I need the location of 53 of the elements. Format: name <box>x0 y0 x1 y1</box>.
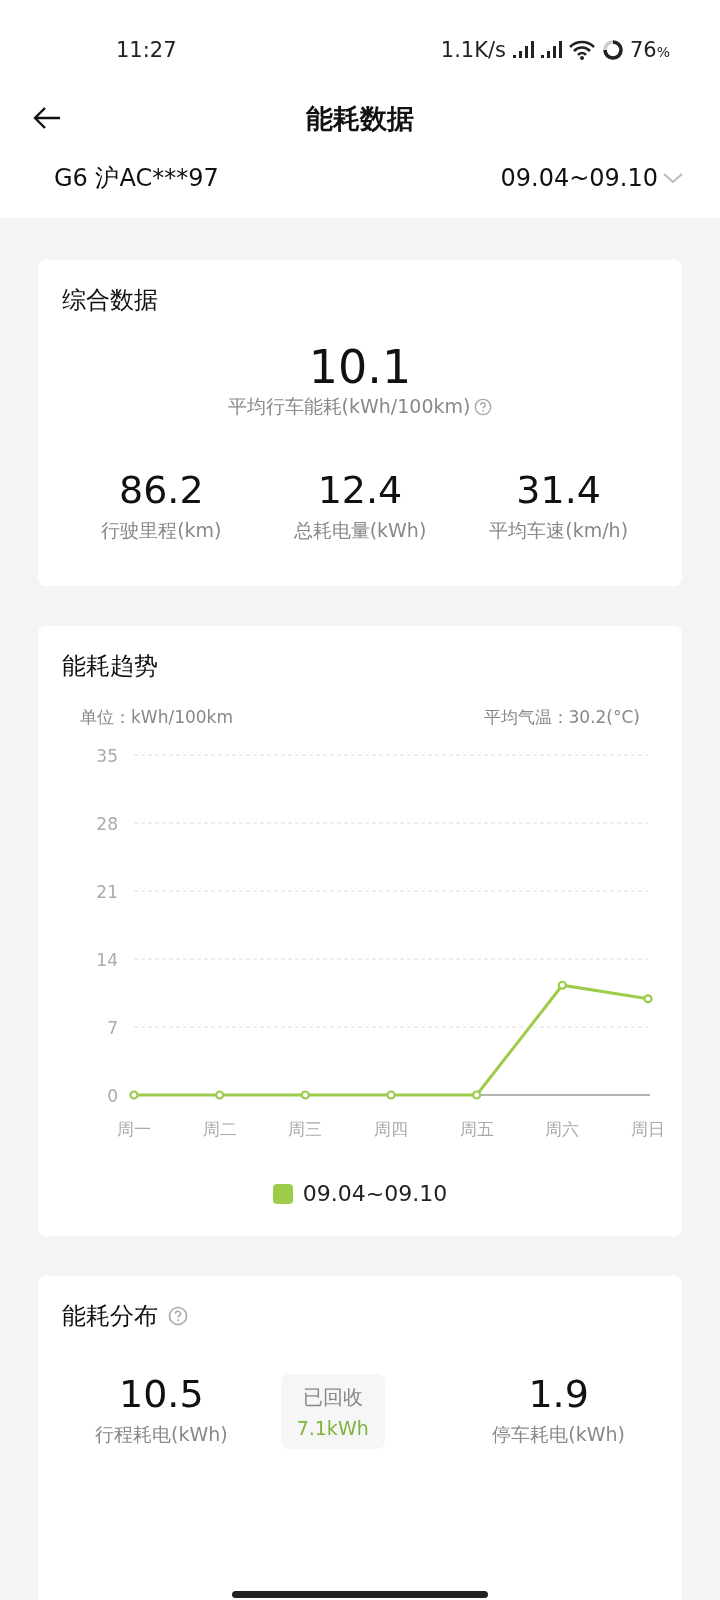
stat-label: 行驶里程(km) <box>101 518 222 543</box>
page-title: 能耗数据 <box>306 102 414 136</box>
legend-label: 09.04~09.10 <box>302 1181 448 1206</box>
battery-level: 76% <box>629 38 670 62</box>
y-tick-label: 35 <box>96 746 118 766</box>
stat-value: 31.4 <box>516 468 601 512</box>
data-point <box>300 1090 310 1100</box>
parking-value: 1.9 <box>528 1372 589 1416</box>
help-icon[interactable] <box>474 398 493 416</box>
data-point <box>129 1090 139 1100</box>
signal-icon <box>511 41 534 59</box>
x-tick-label: 周一 <box>117 1119 151 1139</box>
battery-icon <box>601 39 624 61</box>
x-tick-label: 周三 <box>288 1119 323 1139</box>
recovered-value: 7.1kWh <box>296 1417 369 1439</box>
card-title: 能耗趋势 <box>62 651 158 682</box>
stat-value: 86.2 <box>119 468 204 512</box>
data-point <box>472 1090 482 1100</box>
chevron-down-icon <box>662 171 684 185</box>
data-point <box>643 994 653 1004</box>
period-dropdown[interactable]: 09.04~09.10 <box>500 164 684 192</box>
vehicle-name: G6 沪AC***97 <box>54 163 219 194</box>
trip-value: 10.5 <box>119 1372 204 1416</box>
stat-label: 平均车速(km/h) <box>489 518 629 543</box>
y-tick-label: 28 <box>96 814 118 834</box>
y-tick-label: 21 <box>96 882 118 902</box>
card-title: 综合数据 <box>62 285 158 316</box>
network-speed: 1.1K/s <box>440 38 506 62</box>
data-point <box>557 980 567 990</box>
data-point <box>215 1090 225 1100</box>
y-tick-label: 14 <box>96 950 118 970</box>
x-tick-label: 周五 <box>459 1119 494 1139</box>
status-time: 11:27 <box>116 38 177 62</box>
unit-label: 单位：kWh/100km <box>80 706 233 729</box>
x-tick-label: 周二 <box>202 1119 237 1139</box>
recovered-label: 已回收 <box>302 1384 363 1411</box>
help-icon[interactable] <box>168 1306 188 1326</box>
stat-label: 总耗电量(kWh) <box>293 518 427 543</box>
stat-value: 12.4 <box>317 468 403 512</box>
main-label: 平均行车能耗(kWh/100km) <box>227 394 471 419</box>
wifi-icon <box>567 40 596 60</box>
parking-label: 停车耗电(kWh) <box>492 1422 625 1447</box>
y-tick-label: 7 <box>107 1018 118 1038</box>
trip-label: 行程耗电(kWh) <box>95 1422 228 1447</box>
main-value: 10.1 <box>308 340 412 394</box>
data-point <box>386 1090 396 1100</box>
x-tick-label: 周四 <box>374 1119 408 1139</box>
temperature-label: 平均气温：30.2(°C) <box>483 706 640 729</box>
y-tick-label: 0 <box>107 1086 118 1106</box>
card-title: 能耗分布 <box>62 1301 158 1332</box>
signal-icon <box>539 41 562 59</box>
x-tick-label: 周日 <box>631 1119 665 1139</box>
x-tick-label: 周六 <box>545 1119 580 1139</box>
